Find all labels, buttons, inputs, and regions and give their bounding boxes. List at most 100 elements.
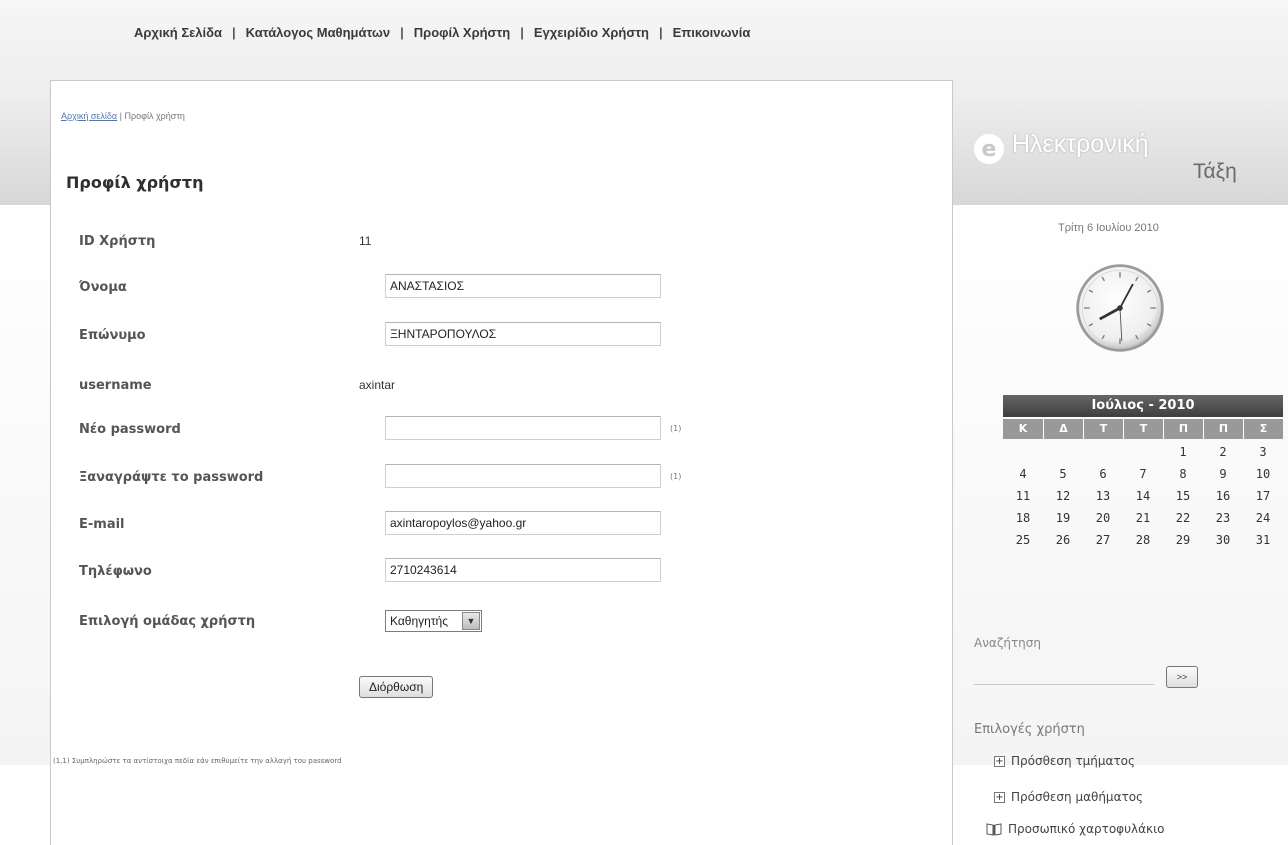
save-button[interactable]: Διόρθωση: [359, 676, 434, 698]
user-group-select[interactable]: Καθηγητής ▼: [385, 610, 482, 632]
last-name-input[interactable]: [385, 322, 661, 346]
user-id-label: ID Χρήστη: [79, 234, 156, 249]
calendar-day[interactable]: 7: [1123, 463, 1163, 485]
add-department-link[interactable]: + Πρόσθεση τμήματος: [994, 754, 1135, 768]
chevron-down-icon[interactable]: ▼: [462, 612, 480, 630]
calendar-day[interactable]: 8: [1163, 463, 1203, 485]
phone-input[interactable]: [385, 558, 661, 582]
form-row-phone: Τηλέφωνο: [79, 558, 899, 586]
calendar-day: [1123, 441, 1163, 463]
weekday-label: Π: [1203, 419, 1243, 439]
logo-emblem-icon: e: [974, 134, 1004, 164]
form-row-last-name: Επώνυμο: [79, 322, 899, 350]
nav-course-catalog[interactable]: Κατάλογος Μαθημάτων: [246, 25, 390, 40]
breadcrumb: Αρχική σελίδα | Προφίλ χρήστη: [61, 111, 185, 121]
phone-label: Τηλέφωνο: [79, 564, 152, 579]
weekday-label: Κ: [1018, 422, 1028, 435]
calendar-day[interactable]: 1: [1163, 441, 1203, 463]
calendar-day[interactable]: 5: [1043, 463, 1083, 485]
form-row-username: username axintar: [79, 372, 899, 400]
calendar-day: [1043, 441, 1083, 463]
calendar-title: Ιούλιος - 2010: [1003, 395, 1283, 417]
nav-separator: |: [520, 24, 524, 40]
plus-icon: +: [994, 755, 1005, 767]
form-row-retype-password: Ξαναγράψτε το password (1): [79, 464, 899, 492]
logo-text-line2: Τάξη: [1193, 160, 1237, 183]
first-name-label: Όνομα: [79, 280, 127, 295]
calendar-day[interactable]: 18: [1003, 507, 1043, 529]
breadcrumb-current: Προφίλ χρήστη: [124, 111, 185, 121]
add-course-link[interactable]: + Πρόσθεση μαθήματος: [994, 790, 1143, 804]
calendar-day[interactable]: 19: [1043, 507, 1083, 529]
calendar-day[interactable]: 2: [1203, 441, 1243, 463]
calendar-day[interactable]: 13: [1083, 485, 1123, 507]
retype-password-label: Ξαναγράψτε το password: [79, 470, 264, 485]
calendar-day[interactable]: 11: [1003, 485, 1043, 507]
calendar-day[interactable]: 17: [1243, 485, 1283, 507]
retype-password-input[interactable]: [385, 464, 661, 488]
nav-separator: |: [232, 24, 236, 40]
first-name-input[interactable]: [385, 274, 661, 298]
calendar-day[interactable]: 21: [1123, 507, 1163, 529]
calendar-day[interactable]: 28: [1123, 529, 1163, 551]
weekday-label: Σ: [1243, 419, 1283, 439]
calendar-day[interactable]: 9: [1203, 463, 1243, 485]
analog-clock-icon: [1076, 264, 1164, 352]
calendar-day: [1003, 441, 1043, 463]
retype-password-note: (1): [670, 472, 682, 481]
calendar-day[interactable]: 14: [1123, 485, 1163, 507]
calendar-day[interactable]: 12: [1043, 485, 1083, 507]
search-input[interactable]: [974, 665, 1154, 685]
user-id-value: 11: [359, 234, 372, 248]
calendar-day[interactable]: 23: [1203, 507, 1243, 529]
top-navigation: Αρχική Σελίδα | Κατάλογος Μαθημάτων | Πρ…: [134, 22, 750, 42]
breadcrumb-home-link[interactable]: Αρχική σελίδα: [61, 111, 117, 121]
calendar-day[interactable]: 22: [1163, 507, 1203, 529]
calendar-day[interactable]: 20: [1083, 507, 1123, 529]
add-course-label: Πρόσθεση μαθήματος: [1011, 790, 1144, 804]
user-options-title: Επιλογές χρήστη: [974, 722, 1085, 737]
form-row-first-name: Όνομα: [79, 274, 899, 302]
calendar-day[interactable]: 4: [1003, 463, 1043, 485]
new-password-label: Νέο password: [79, 422, 181, 437]
nav-separator: |: [659, 24, 663, 40]
password-footnote: (1,1) Συμπληρώστε τα αντίστοιχα πεδία εά…: [53, 757, 342, 765]
search-button[interactable]: >>: [1166, 666, 1198, 688]
calendar-day[interactable]: 24: [1243, 507, 1283, 529]
new-password-input[interactable]: [385, 416, 661, 440]
calendar-day[interactable]: 31: [1243, 529, 1283, 551]
personal-portfolio-label: Προσωπικό χαρτοφυλάκιο: [1008, 822, 1165, 836]
search-label: Αναζήτηση: [974, 636, 1041, 650]
weekday-label: Δ: [1043, 419, 1083, 439]
email-input[interactable]: [385, 511, 661, 535]
plus-icon: +: [994, 791, 1005, 803]
calendar-day[interactable]: 29: [1163, 529, 1203, 551]
username-value: axintar: [359, 378, 396, 392]
book-icon: [986, 823, 1002, 836]
user-group-label: Επιλογή ομάδας χρήστη: [79, 614, 256, 629]
calendar-day[interactable]: 25: [1003, 529, 1043, 551]
calendar-day[interactable]: 16: [1203, 485, 1243, 507]
calendar-day[interactable]: 10: [1243, 463, 1283, 485]
last-name-label: Επώνυμο: [79, 328, 146, 343]
calendar-day[interactable]: 3: [1243, 441, 1283, 463]
nav-user-manual[interactable]: Εγχειρίδιο Χρήστη: [534, 25, 649, 40]
personal-portfolio-link[interactable]: Προσωπικό χαρτοφυλάκιο: [986, 822, 1165, 836]
page-title: Προφίλ χρήστη: [66, 173, 204, 192]
nav-home[interactable]: Αρχική Σελίδα: [134, 25, 222, 40]
calendar-day[interactable]: 26: [1043, 529, 1083, 551]
nav-user-profile[interactable]: Προφίλ Χρήστη: [414, 25, 510, 40]
nav-contact[interactable]: Επικοινωνία: [673, 25, 751, 40]
current-date: Τρίτη 6 Ιουλίου 2010: [1058, 222, 1159, 234]
calendar-day[interactable]: 30: [1203, 529, 1243, 551]
calendar-weekday-row: Κ Δ Τ Τ Π Π Σ: [1003, 419, 1283, 439]
nav-separator: |: [400, 24, 404, 40]
weekday-label: Π: [1163, 419, 1203, 439]
calendar-day[interactable]: 27: [1083, 529, 1123, 551]
email-label: E-mail: [79, 517, 125, 532]
add-department-label: Πρόσθεση τμήματος: [1011, 754, 1136, 768]
calendar-day[interactable]: 15: [1163, 485, 1203, 507]
calendar-day[interactable]: 6: [1083, 463, 1123, 485]
form-row-user-id: ID Χρήστη 11: [79, 228, 899, 256]
new-password-note: (1): [670, 424, 682, 433]
